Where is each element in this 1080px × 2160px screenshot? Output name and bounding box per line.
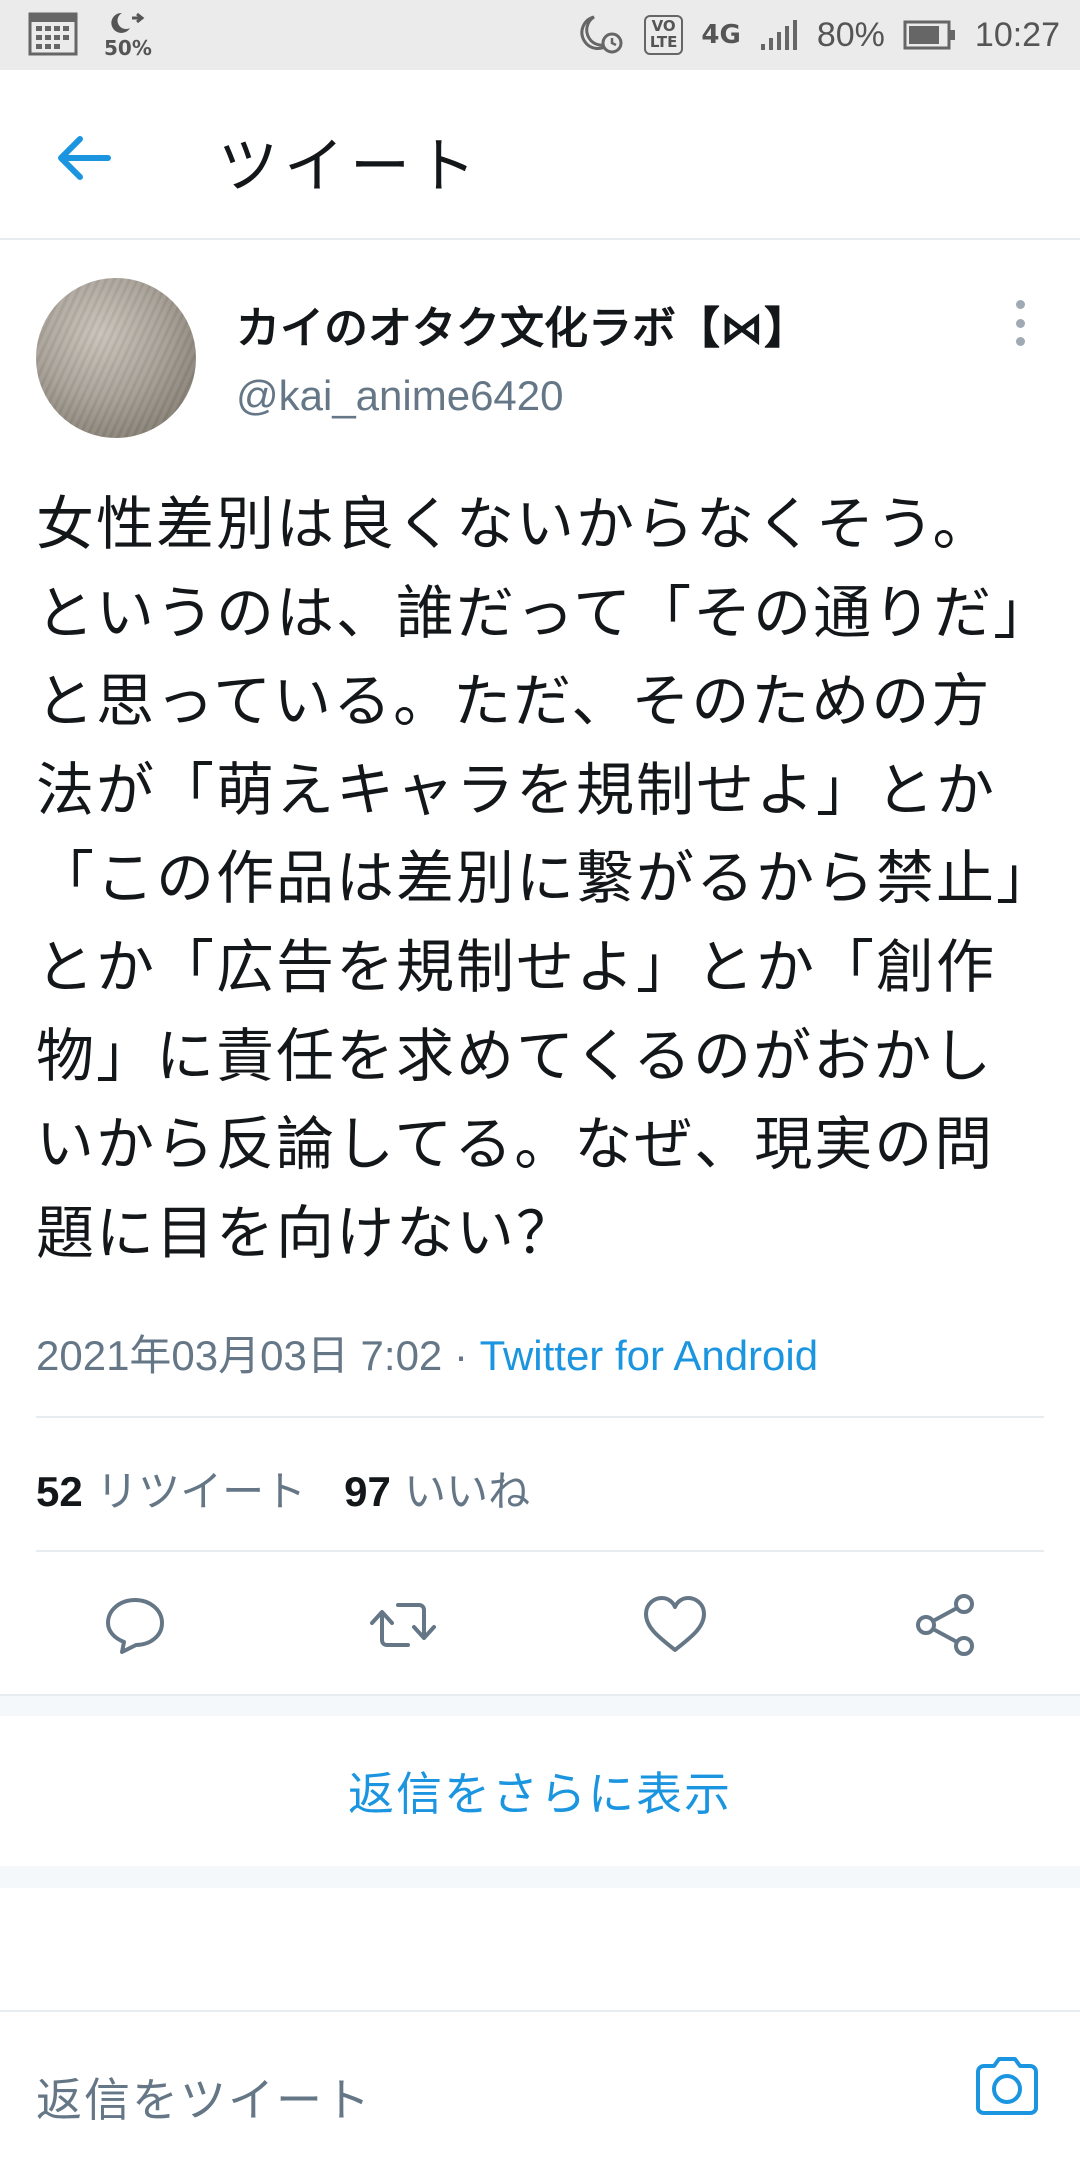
alarm-moon-icon: [580, 15, 623, 54]
reply-icon[interactable]: [100, 1590, 170, 1660]
meta-separator: ·: [442, 1332, 480, 1379]
avatar[interactable]: [36, 278, 196, 438]
show-more-replies-button[interactable]: 返信をさらに表示: [0, 1716, 1080, 1866]
like-icon[interactable]: [640, 1590, 710, 1660]
display-name[interactable]: カイのオタク文化ラボ【⋈】: [236, 292, 808, 356]
more-options-icon[interactable]: [1000, 300, 1040, 346]
divider: [36, 1550, 1044, 1552]
retweet-icon[interactable]: [368, 1590, 438, 1660]
battery-percent: 80%: [816, 15, 885, 54]
tweet-stats: 52 リツイート 97 いいね: [36, 1458, 530, 1519]
tweet-meta: 2021年03月03日 7:02 · Twitter for Android: [36, 1322, 818, 1383]
clock: 10:27: [974, 15, 1060, 54]
dnd-percent: 50%: [104, 36, 152, 60]
do-not-disturb-indicator: 50%: [104, 10, 152, 58]
section-separator: [0, 1694, 1080, 1716]
page-title: ツイート: [218, 132, 482, 202]
network-type: 4G: [701, 20, 741, 50]
like-count: 97: [344, 1468, 391, 1515]
retweet-label: リツイート: [96, 1467, 307, 1516]
volte-icon: VO LTE: [643, 15, 684, 55]
retweet-count: 52: [36, 1468, 83, 1515]
tweet-timestamp: 2021年03月03日 7:02: [36, 1332, 443, 1379]
do-not-disturb-icon: [111, 12, 145, 33]
app-header: ツイート: [0, 70, 1080, 240]
like-label: いいね: [404, 1467, 531, 1516]
tweet-text: 女性差別は良くないからなくそう。というのは、誰だって「その通りだ」と思っている。…: [36, 490, 1028, 1267]
tweet-action-bar: [0, 1580, 1080, 1670]
share-icon[interactable]: [910, 1590, 980, 1660]
reply-input[interactable]: 返信をツイート: [36, 2064, 372, 2130]
retweet-stat[interactable]: 52 リツイート: [36, 1467, 306, 1516]
divider: [36, 1416, 1044, 1418]
calendar-icon: [28, 12, 78, 56]
back-arrow-icon[interactable]: [52, 126, 116, 190]
section-separator: [0, 1866, 1080, 1888]
signal-icon: [760, 20, 797, 50]
reply-composer[interactable]: 返信をツイート: [0, 2010, 1080, 2160]
battery-icon: [903, 20, 955, 50]
user-handle[interactable]: @kai_anime6420: [236, 372, 564, 420]
like-stat[interactable]: 97 いいね: [344, 1467, 530, 1516]
camera-icon[interactable]: [972, 2054, 1042, 2118]
tweet-source-link[interactable]: Twitter for Android: [480, 1332, 818, 1379]
status-bar: 50% VO LTE 4G 80% 10:27: [0, 0, 1080, 70]
